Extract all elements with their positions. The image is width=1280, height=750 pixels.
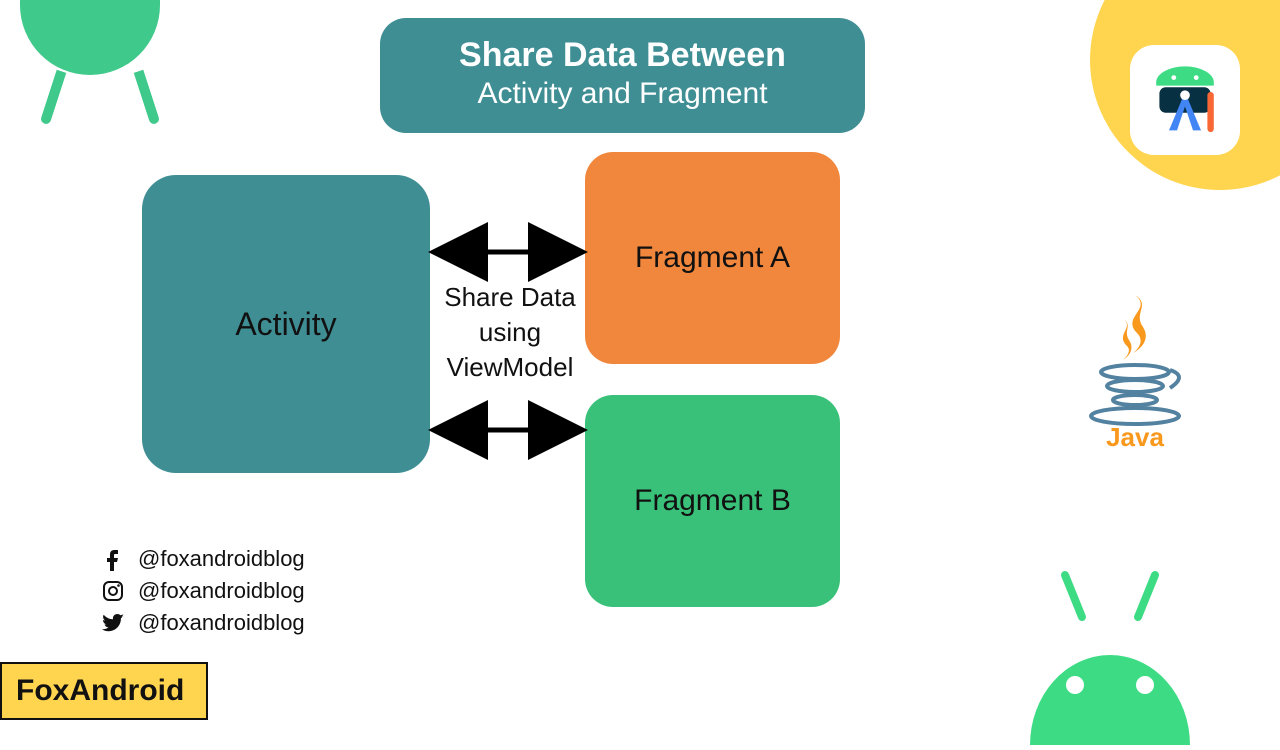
facebook-icon [100, 547, 126, 571]
fragment-b-box: Fragment B [585, 395, 840, 607]
instagram-handle: @foxandroidblog [138, 578, 305, 604]
facebook-handle: @foxandroidblog [138, 546, 305, 572]
social-handles: @foxandroidblog @foxandroidblog @foxandr… [100, 546, 305, 642]
android-robot-decoration [1010, 565, 1210, 750]
java-text: Java [1106, 422, 1164, 450]
fragment-a-box: Fragment A [585, 152, 840, 364]
instagram-icon [100, 579, 126, 603]
title-banner: Share Data Between Activity and Fragment [380, 18, 865, 133]
java-logo: Java [1060, 290, 1210, 455]
twitter-handle: @foxandroidblog [138, 610, 305, 636]
fragment-a-label: Fragment A [635, 241, 790, 275]
fragment-b-label: Fragment B [634, 484, 791, 518]
android-head-decoration [20, 0, 180, 130]
share-data-label: Share Data using ViewModel [435, 280, 585, 385]
title-line1: Share Data Between [410, 36, 835, 75]
title-line2: Activity and Fragment [410, 77, 835, 111]
twitter-icon [100, 611, 126, 635]
social-twitter-row: @foxandroidblog [100, 610, 305, 636]
activity-label: Activity [235, 306, 336, 343]
activity-box: Activity [142, 175, 430, 473]
brand-badge: FoxAndroid [0, 662, 208, 720]
social-instagram-row: @foxandroidblog [100, 578, 305, 604]
share-label-line1: Share Data [435, 280, 585, 315]
share-label-line2: using [435, 315, 585, 350]
brand-badge-text: FoxAndroid [16, 674, 184, 707]
android-studio-icon [1130, 45, 1240, 155]
share-label-line3: ViewModel [435, 350, 585, 385]
social-facebook-row: @foxandroidblog [100, 546, 305, 572]
